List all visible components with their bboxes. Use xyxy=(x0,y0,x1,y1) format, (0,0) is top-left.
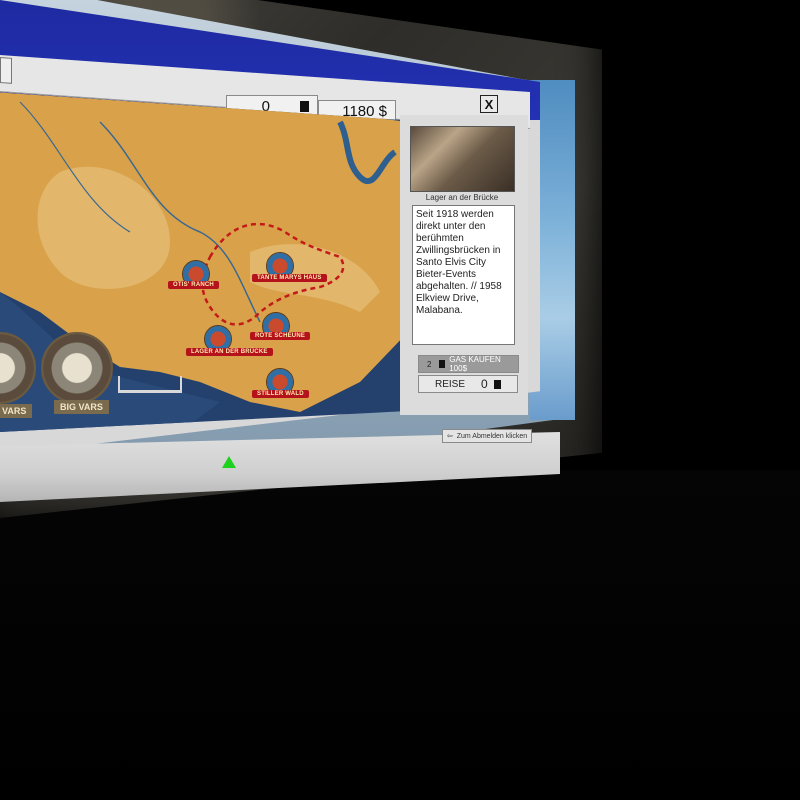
box-icon xyxy=(439,360,446,368)
location-otis-ranch[interactable]: OTIS' RANCH xyxy=(168,281,219,289)
box-icon xyxy=(300,100,309,112)
dark-room-background xyxy=(0,470,800,800)
emblem-ribbon-right: BIG VARS xyxy=(54,400,109,414)
location-description: Seit 1918 werden direkt unter den berühm… xyxy=(412,205,515,345)
travel-button[interactable]: REISE 0 xyxy=(418,375,518,393)
game-scene: 0 1180 $ X OTIS' RANCH TANTE MARYS HAUS … xyxy=(0,0,800,800)
location-tante-marys-haus[interactable]: TANTE MARYS HAUS xyxy=(252,274,327,282)
location-lager-an-der-bruecke[interactable]: LAGER AN DER BRÜCKE xyxy=(186,348,273,356)
box-icon xyxy=(493,379,501,389)
buy-count: 2 xyxy=(427,359,432,369)
ship-icon xyxy=(118,376,182,393)
buy-gas-button[interactable]: 2 GAS KAUFEN 100$ xyxy=(418,355,519,373)
logout-icon: ⇦ xyxy=(446,433,453,440)
location-photo-caption: Lager an der Brücke xyxy=(425,193,499,202)
cursor-arrow-icon xyxy=(222,456,236,468)
location-stiller-wald[interactable]: STILLER WALD xyxy=(252,390,309,398)
location-rote-scheune[interactable]: ROTE SCHEUNE xyxy=(250,332,311,340)
travel-count: 0 xyxy=(481,377,488,391)
logout-label: Zum Abmelden klicken xyxy=(456,432,528,440)
eagle-emblem-right xyxy=(41,332,113,404)
emblem-ribbon-left: VARS xyxy=(0,404,33,418)
toolbar-tab[interactable] xyxy=(0,57,12,84)
region-map[interactable]: OTIS' RANCH TANTE MARYS HAUS LAGER AN DE… xyxy=(0,92,408,432)
buy-label: GAS KAUFEN 100$ xyxy=(449,355,501,373)
travel-label: REISE xyxy=(435,378,466,390)
close-button[interactable]: X xyxy=(480,95,498,113)
location-photo xyxy=(410,126,515,192)
logout-button[interactable]: ⇦ Zum Abmelden klicken xyxy=(442,429,532,443)
